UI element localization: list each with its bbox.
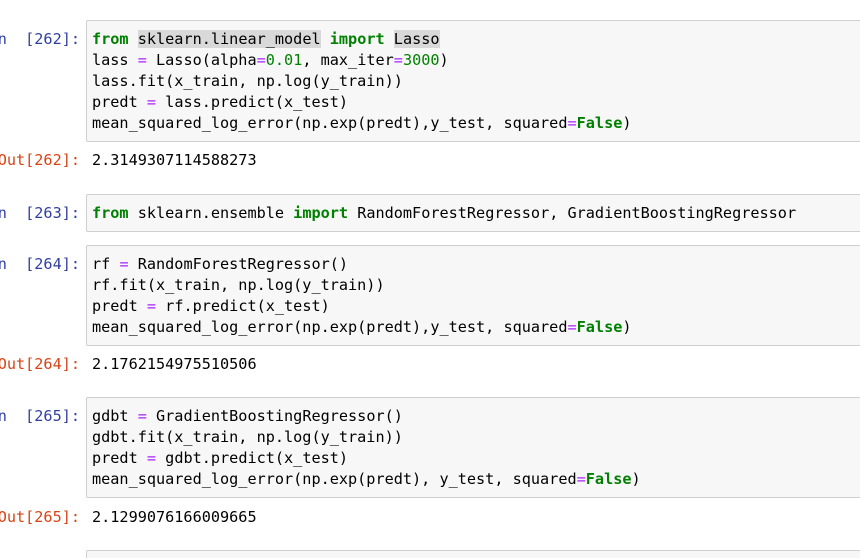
code-highlight: Lasso (393, 30, 440, 48)
code-token: rf.fit(x_train, np.log(y_train)) (92, 276, 385, 294)
output-prompt: Out[264]: (0, 355, 80, 373)
code-token: gdbt.fit(x_train, np.log(y_train)) (92, 428, 403, 446)
code-keyword: import (329, 30, 385, 48)
notebook-cell-263: n [263]: from sklearn.ensemble import Ra… (0, 194, 860, 234)
notebook-cell-empty (0, 550, 860, 558)
code-line: lass.fit(x_train, np.log(y_train)) (92, 71, 860, 92)
code-token: ) (631, 470, 641, 488)
output-prompt: Out[262]: (0, 151, 80, 169)
notebook-page: n [262]: from sklearn.linear_model impor… (0, 0, 860, 558)
code-token: lass.predict(x_test) (156, 93, 349, 111)
notebook-cell-264: n [264]: rf = RandomForestRegressor() rf… (0, 245, 860, 395)
code-line: predt = rf.predict(x_test) (92, 296, 860, 317)
code-keyword: import (293, 204, 349, 222)
code-input-area[interactable]: from sklearn.linear_model import Lasso l… (86, 20, 860, 142)
code-line: gdbt.fit(x_train, np.log(y_train)) (92, 427, 860, 448)
input-prompt: n [263]: (0, 204, 80, 222)
code-operator: = (393, 51, 403, 69)
code-token: gdbt (92, 407, 138, 425)
code-input-area[interactable]: from sklearn.ensemble import RandomFores… (86, 194, 860, 232)
code-token: GradientBoostingRegressor() (146, 407, 403, 425)
code-operator: = (576, 470, 586, 488)
code-line: mean_squared_log_error(np.exp(predt),y_t… (92, 317, 860, 338)
code-token: gdbt.predict(x_test) (156, 449, 349, 467)
input-prompt: n [265]: (0, 407, 80, 425)
code-token: RandomForestRegressor() (128, 255, 349, 273)
code-token: ) (622, 114, 632, 132)
code-number: 0.01 (265, 51, 303, 69)
notebook-cell-262: n [262]: from sklearn.linear_model impor… (0, 20, 860, 190)
code-token: mean_squared_log_error(np.exp(predt),y_t… (92, 318, 568, 336)
code-operator: = (137, 51, 147, 69)
code-operator: = (146, 449, 157, 467)
code-token: rf (92, 255, 120, 273)
output-text: 2.1762154975510506 (92, 355, 257, 373)
code-line: predt = lass.predict(x_test) (92, 92, 860, 113)
code-token: Lasso(alpha (146, 51, 257, 69)
code-keyword: False (585, 470, 632, 488)
code-line: rf.fit(x_train, np.log(y_train)) (92, 275, 860, 296)
code-operator: = (256, 51, 266, 69)
code-keyword: False (576, 114, 623, 132)
code-line: rf = RandomForestRegressor() (92, 254, 860, 275)
code-input-area[interactable]: gdbt = GradientBoostingRegressor() gdbt.… (86, 397, 860, 498)
code-token: mean_squared_log_error(np.exp(predt), y_… (92, 470, 577, 488)
code-token: ) (439, 51, 449, 69)
code-token: rf.predict(x_test) (156, 297, 330, 315)
code-operator: = (146, 93, 157, 111)
code-operator: = (567, 318, 577, 336)
code-token: , max_iter (302, 51, 394, 69)
code-input-area[interactable] (86, 550, 860, 558)
code-operator: = (146, 297, 157, 315)
code-keyword: from (92, 30, 129, 48)
code-token: predt (92, 297, 147, 315)
code-operator: = (137, 407, 147, 425)
code-token: lass.fit(x_train, np.log(y_train)) (92, 72, 403, 90)
output-text: 2.1299076166009665 (92, 508, 257, 526)
code-number: 3000 (402, 51, 440, 69)
code-input-area[interactable]: rf = RandomForestRegressor() rf.fit(x_tr… (86, 245, 860, 346)
code-keyword: False (576, 318, 623, 336)
code-token: mean_squared_log_error(np.exp(predt),y_t… (92, 114, 568, 132)
input-prompt: n [262]: (0, 30, 80, 48)
code-highlight: sklearn.linear_model (137, 30, 321, 48)
code-line: mean_squared_log_error(np.exp(predt),y_t… (92, 113, 860, 134)
input-prompt: n [264]: (0, 255, 80, 273)
notebook-cell-265: n [265]: gdbt = GradientBoostingRegresso… (0, 397, 860, 547)
output-prompt: Out[265]: (0, 508, 80, 526)
code-token: lass (92, 51, 138, 69)
code-operator: = (119, 255, 129, 273)
code-line: lass = Lasso(alpha=0.01, max_iter=3000) (92, 50, 860, 71)
code-token: predt (92, 93, 147, 111)
code-token: ) (622, 318, 632, 336)
code-line: gdbt = GradientBoostingRegressor() (92, 406, 860, 427)
code-operator: = (567, 114, 577, 132)
code-token: RandomForestRegressor, GradientBoostingR… (348, 204, 797, 222)
code-keyword: from (92, 204, 129, 222)
output-text: 2.3149307114588273 (92, 151, 257, 169)
code-token: predt (92, 449, 147, 467)
code-line: from sklearn.ensemble import RandomFores… (92, 203, 860, 224)
code-line: from sklearn.linear_model import Lasso (92, 29, 860, 50)
code-line: predt = gdbt.predict(x_test) (92, 448, 860, 469)
code-line: mean_squared_log_error(np.exp(predt), y_… (92, 469, 860, 490)
code-token: sklearn.ensemble (128, 204, 294, 222)
